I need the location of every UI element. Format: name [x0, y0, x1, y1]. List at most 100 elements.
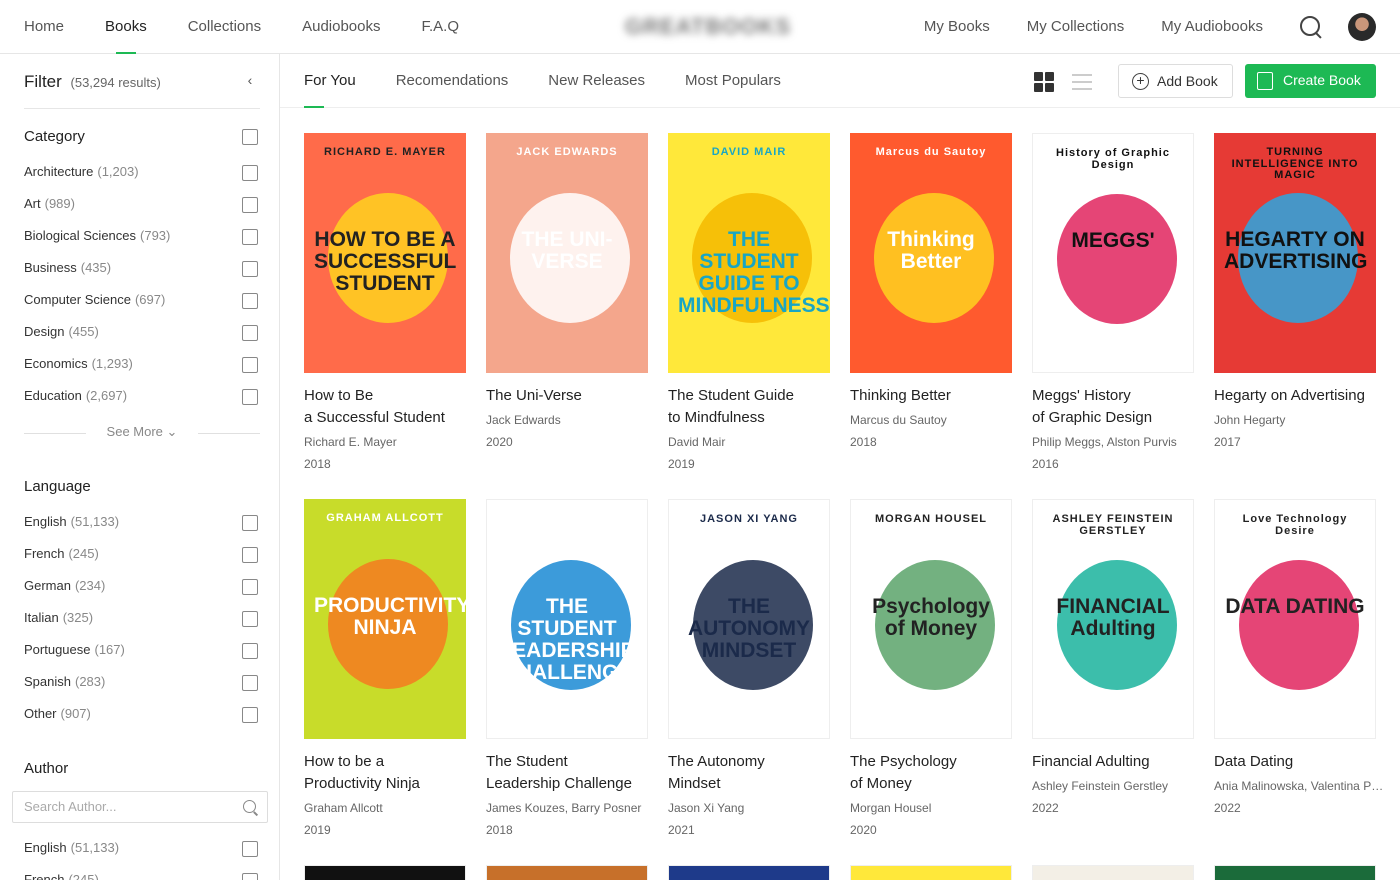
language-option[interactable]: Italian (325)	[24, 610, 93, 625]
language-checkbox[interactable]	[242, 611, 258, 627]
book-title[interactable]: The Psychology of Money	[850, 751, 1020, 795]
nav-my-books[interactable]: My Books	[924, 0, 990, 54]
author-checkbox[interactable]	[242, 873, 258, 880]
see-more[interactable]: See More ⌄	[24, 424, 260, 444]
book-author[interactable]: Philip Meggs, Alston Purvis	[1032, 435, 1202, 449]
book-title[interactable]: The Uni-Verse	[486, 385, 656, 407]
book-cover[interactable]	[1032, 865, 1194, 880]
book-cover[interactable]: History of Graphic Design MEGGS'	[1032, 133, 1194, 373]
language-checkbox[interactable]	[242, 579, 258, 595]
category-option[interactable]: Biological Sciences (793)	[24, 228, 170, 243]
language-checkbox[interactable]	[242, 707, 258, 723]
site-logo[interactable]: GREATBOOKS	[625, 14, 791, 40]
book-cover[interactable]: TURNING INTELLIGENCE INTO MAGIC HEGARTY O…	[1214, 133, 1376, 373]
category-checkbox[interactable]	[242, 357, 258, 373]
book-cover[interactable]: RICHARD E. MAYER HOW TO BE A SUCCESSFUL S…	[304, 133, 466, 373]
search-icon[interactable]	[243, 800, 259, 816]
language-checkbox[interactable]	[242, 547, 258, 563]
tab-for-you[interactable]: For You	[304, 54, 356, 108]
book-cover[interactable]	[668, 865, 830, 880]
book-author[interactable]: Morgan Housel	[850, 801, 1020, 815]
book-cover[interactable]: GRAHAM ALLCOTT PRODUCTIVITY NINJA	[304, 499, 466, 739]
book-author[interactable]: Jack Edwards	[486, 413, 656, 427]
book-author[interactable]: Ashley Feinstein Gerstley	[1032, 779, 1202, 793]
search-icon[interactable]	[1300, 16, 1322, 38]
book-cover[interactable]	[486, 865, 648, 880]
book-title[interactable]: Data Dating	[1214, 751, 1384, 773]
book-cover[interactable]: Marcus du Sautoy Thinking Better	[850, 133, 1012, 373]
book-author[interactable]: Richard E. Mayer	[304, 435, 474, 449]
book-title[interactable]: The Autonomy Mindset	[668, 751, 838, 795]
nav-audiobooks[interactable]: Audiobooks	[302, 0, 380, 54]
category-checkbox[interactable]	[242, 325, 258, 341]
category-checkbox[interactable]	[242, 197, 258, 213]
book-cover[interactable]	[850, 865, 1012, 880]
book-cover[interactable]: DAVID MAIR THE STUDENT GUIDE TO MINDFULNE…	[668, 133, 830, 373]
category-option[interactable]: Business (435)	[24, 260, 111, 275]
book-author[interactable]: James Kouzes, Barry Posner	[486, 801, 656, 815]
category-select-all-checkbox[interactable]	[242, 129, 258, 145]
tab-recommendations[interactable]: Recomendations	[396, 54, 509, 108]
book-title[interactable]: Financial Adulting	[1032, 751, 1202, 773]
book-author[interactable]: David Mair	[668, 435, 838, 449]
collapse-sidebar-button[interactable]: ‹	[240, 72, 260, 92]
tab-new-releases[interactable]: New Releases	[548, 54, 645, 108]
avatar[interactable]	[1348, 13, 1376, 41]
language-checkbox[interactable]	[242, 643, 258, 659]
book-author[interactable]: Graham Allcott	[304, 801, 474, 815]
author-option[interactable]: English (51,133)	[24, 840, 119, 855]
book-cover[interactable]: THIRD EDITION THE STUDENT LEADERSHIP CHAL…	[486, 499, 648, 739]
category-option[interactable]: Economics (1,293)	[24, 356, 133, 371]
grid-view-icon[interactable]	[1034, 72, 1054, 92]
language-option[interactable]: Spanish (283)	[24, 674, 105, 689]
category-checkbox[interactable]	[242, 229, 258, 245]
nav-home[interactable]: Home	[24, 0, 64, 54]
language-option[interactable]: Other (907)	[24, 706, 91, 721]
author-search-input[interactable]	[24, 799, 224, 814]
author-checkbox[interactable]	[242, 841, 258, 857]
category-checkbox[interactable]	[242, 165, 258, 181]
category-option[interactable]: Art (989)	[24, 196, 75, 211]
nav-books[interactable]: Books	[105, 0, 147, 54]
book-title[interactable]: Hegarty on Advertising	[1214, 385, 1384, 407]
nav-faq[interactable]: F.A.Q	[422, 0, 460, 54]
category-option[interactable]: Design (455)	[24, 324, 99, 339]
book-author[interactable]: John Hegarty	[1214, 413, 1384, 427]
book-cover[interactable]: JACK EDWARDS THE UNI-VERSE	[486, 133, 648, 373]
language-option[interactable]: English (51,133)	[24, 514, 119, 529]
book-author[interactable]: Jason Xi Yang	[668, 801, 838, 815]
language-option[interactable]: French (245)	[24, 546, 99, 561]
category-option[interactable]: Education (2,697)	[24, 388, 127, 403]
book-cover[interactable]: MORGAN HOUSEL Psychology of Money	[850, 499, 1012, 739]
book-title[interactable]: The Student Guide to Mindfulness	[668, 385, 838, 429]
nav-my-collections[interactable]: My Collections	[1027, 0, 1125, 54]
book-cover[interactable]: ASHLEY FEINSTEIN GERSTLEY FINANCIAL Adult…	[1032, 499, 1194, 739]
book-author[interactable]: Marcus du Sautoy	[850, 413, 1020, 427]
language-checkbox[interactable]	[242, 675, 258, 691]
book-cover[interactable]: Love Technology Desire DATA DATING	[1214, 499, 1376, 739]
book-title[interactable]: Meggs' History of Graphic Design	[1032, 385, 1202, 429]
book-title[interactable]: Thinking Better	[850, 385, 1020, 407]
book-title[interactable]: The Student Leadership Challenge	[486, 751, 656, 795]
book-title[interactable]: How to Be a Successful Student	[304, 385, 474, 429]
nav-my-audiobooks[interactable]: My Audiobooks	[1161, 0, 1263, 54]
category-checkbox[interactable]	[242, 293, 258, 309]
book-title[interactable]: How to be a Productivity Ninja	[304, 751, 474, 795]
author-option[interactable]: French (245)	[24, 872, 99, 880]
list-view-icon[interactable]	[1072, 72, 1092, 92]
book-cover[interactable]	[1214, 865, 1376, 880]
create-book-button[interactable]: Create Book	[1245, 64, 1376, 98]
book-cover[interactable]: JASON XI YANG THE AUTONOMY MINDSET	[668, 499, 830, 739]
language-option[interactable]: Portuguese (167)	[24, 642, 125, 657]
tab-most-popular[interactable]: Most Populars	[685, 54, 781, 108]
see-more-button[interactable]: See More ⌄	[24, 424, 260, 440]
add-book-button[interactable]: + Add Book	[1118, 64, 1233, 98]
category-option[interactable]: Computer Science (697)	[24, 292, 165, 307]
category-option[interactable]: Architecture (1,203)	[24, 164, 139, 179]
category-checkbox[interactable]	[242, 389, 258, 405]
language-option[interactable]: German (234)	[24, 578, 105, 593]
book-cover[interactable]	[304, 865, 466, 880]
nav-collections[interactable]: Collections	[188, 0, 261, 54]
book-author[interactable]: Ania Malinowska, Valentina Peri	[1214, 779, 1384, 793]
category-checkbox[interactable]	[242, 261, 258, 277]
